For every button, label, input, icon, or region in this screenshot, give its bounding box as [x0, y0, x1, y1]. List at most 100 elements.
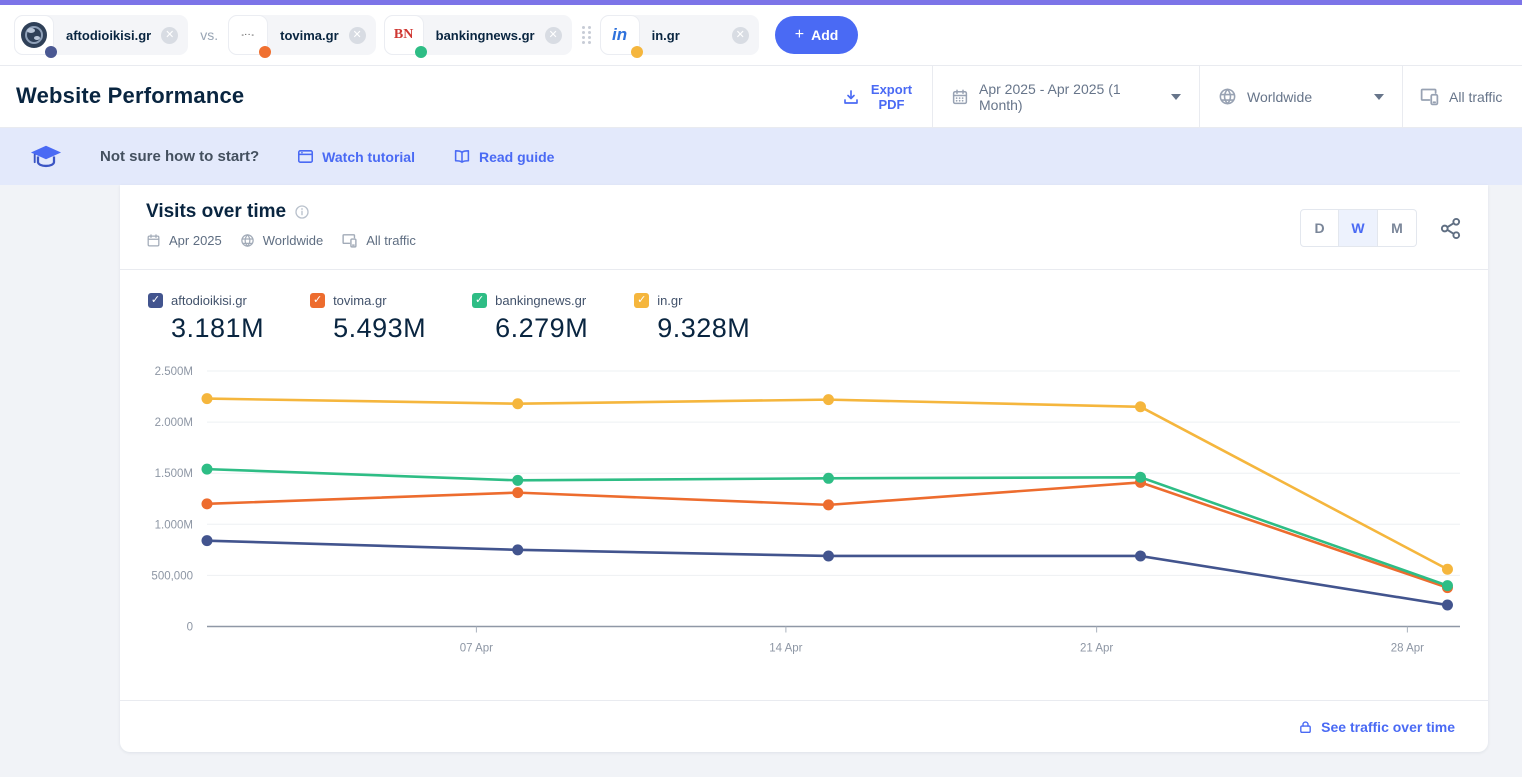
- legend-item-aftodioikisi[interactable]: ✓ aftodioikisi.gr 3.181M: [148, 293, 264, 344]
- svg-text:2.000M: 2.000M: [155, 417, 193, 429]
- traffic-channel-selector[interactable]: All traffic: [1402, 66, 1522, 127]
- in-favicon-icon: in: [612, 25, 627, 45]
- site-domain-label: bankingnews.gr: [424, 28, 545, 43]
- page-title: Website Performance: [0, 66, 825, 127]
- legend-checkbox[interactable]: ✓: [634, 293, 649, 308]
- filter-traffic-label: All traffic: [366, 233, 416, 248]
- watch-tutorial-link[interactable]: Watch tutorial: [297, 148, 415, 165]
- visits-over-time-card: Visits over time Apr 2025 Worldwide: [120, 185, 1488, 752]
- chevron-down-icon: [1171, 94, 1181, 100]
- graduation-cap-icon: [30, 144, 62, 170]
- card-header: Visits over time Apr 2025 Worldwide: [120, 185, 1488, 270]
- share-icon[interactable]: [1439, 217, 1462, 240]
- site-chip-tovima[interactable]: -··- tovima.gr ✕: [228, 15, 376, 55]
- series-color-dot: [45, 46, 57, 58]
- granularity-day-button[interactable]: D: [1300, 209, 1339, 247]
- legend-value: 3.181M: [171, 313, 264, 344]
- calendar-icon: [146, 233, 161, 248]
- plus-icon: +: [795, 26, 804, 44]
- chart-title: Visits over time: [146, 201, 286, 223]
- filter-region-label: Worldwide: [263, 233, 323, 248]
- drag-handle-icon[interactable]: [582, 26, 592, 44]
- site-domain-label: in.gr: [640, 28, 732, 43]
- remove-site-icon[interactable]: ✕: [161, 27, 178, 44]
- read-guide-label: Read guide: [479, 149, 554, 165]
- series-color-dot: [415, 46, 427, 58]
- devices-icon: [1419, 86, 1440, 107]
- legend-checkbox[interactable]: ✓: [472, 293, 487, 308]
- series-color-dot: [631, 46, 643, 58]
- banner-question: Not sure how to start?: [100, 148, 259, 165]
- see-traffic-link[interactable]: See traffic over time: [1298, 719, 1455, 735]
- export-pdf-label: Export PDF: [868, 82, 916, 112]
- remove-site-icon[interactable]: ✕: [732, 27, 749, 44]
- legend-label: in.gr: [657, 293, 682, 308]
- legend-item-bankingnews[interactable]: ✓ bankingnews.gr 6.279M: [472, 293, 588, 344]
- site-favicon: [14, 15, 54, 55]
- bn-favicon-icon: BN: [394, 27, 413, 43]
- site-favicon: BN: [384, 15, 424, 55]
- legend-item-in[interactable]: ✓ in.gr 9.328M: [634, 293, 750, 344]
- site-domain-label: aftodioikisi.gr: [54, 28, 161, 43]
- remove-site-icon[interactable]: ✕: [349, 27, 366, 44]
- svg-text:07 Apr: 07 Apr: [460, 643, 493, 655]
- svg-text:28 Apr: 28 Apr: [1391, 643, 1424, 655]
- site-chip-in[interactable]: in in.gr ✕: [600, 15, 759, 55]
- legend-checkbox[interactable]: ✓: [148, 293, 163, 308]
- granularity-month-button[interactable]: M: [1378, 209, 1417, 247]
- globe-icon: [1218, 87, 1237, 106]
- date-range-selector[interactable]: Apr 2025 - Apr 2025 (1 Month): [932, 66, 1199, 127]
- svg-text:0: 0: [187, 622, 193, 634]
- series-color-dot: [259, 46, 271, 58]
- legend-value: 5.493M: [333, 313, 426, 344]
- region-selector[interactable]: Worldwide: [1199, 66, 1402, 127]
- legend-checkbox[interactable]: ✓: [310, 293, 325, 308]
- read-guide-link[interactable]: Read guide: [453, 148, 554, 165]
- vs-label: vs.: [200, 27, 218, 43]
- legend-label: bankingnews.gr: [495, 293, 586, 308]
- page-header: Website Performance Export PDF Apr 2025 …: [0, 66, 1522, 128]
- lock-icon: [1298, 719, 1313, 735]
- granularity-toggle: D W M: [1300, 209, 1417, 247]
- add-button-label: Add: [811, 27, 838, 43]
- info-icon[interactable]: [294, 204, 310, 220]
- visits-line-chart: 2.500M2.000M1.500M1.000M500,000007 Apr14…: [207, 366, 1460, 666]
- site-chip-bankingnews[interactable]: BN bankingnews.gr ✕: [384, 15, 572, 55]
- see-traffic-label: See traffic over time: [1321, 719, 1455, 735]
- region-label: Worldwide: [1247, 89, 1312, 105]
- watch-tutorial-label: Watch tutorial: [322, 149, 415, 165]
- book-icon: [453, 148, 471, 165]
- devices-icon: [341, 232, 358, 249]
- globe-icon: [240, 233, 255, 248]
- filter-date-label: Apr 2025: [169, 233, 222, 248]
- site-domain-label: tovima.gr: [268, 28, 349, 43]
- globe-favicon-icon: [21, 22, 47, 48]
- site-favicon: -··-: [228, 15, 268, 55]
- svg-text:500,000: 500,000: [151, 570, 193, 582]
- main-content: Visits over time Apr 2025 Worldwide: [0, 185, 1522, 777]
- chart-legend: ✓ aftodioikisi.gr 3.181M ✓ tovima.gr 5.4…: [148, 293, 750, 344]
- export-pdf-button[interactable]: Export PDF: [825, 66, 932, 127]
- date-range-label: Apr 2025 - Apr 2025 (1 Month): [979, 81, 1161, 113]
- svg-text:2.500M: 2.500M: [155, 366, 193, 378]
- compare-chip-bar: aftodioikisi.gr ✕ vs. -··- tovima.gr ✕ B…: [0, 5, 1522, 66]
- remove-site-icon[interactable]: ✕: [545, 27, 562, 44]
- svg-text:1.000M: 1.000M: [155, 519, 193, 531]
- granularity-week-button[interactable]: W: [1339, 209, 1378, 247]
- video-tutorial-icon: [297, 148, 314, 165]
- svg-text:14 Apr: 14 Apr: [769, 643, 802, 655]
- legend-item-tovima[interactable]: ✓ tovima.gr 5.493M: [310, 293, 426, 344]
- calendar-icon: [951, 88, 969, 106]
- legend-value: 6.279M: [495, 313, 588, 344]
- download-icon: [842, 88, 860, 106]
- chart-filters: Apr 2025 Worldwide All traffic: [146, 232, 416, 249]
- site-favicon: in: [600, 15, 640, 55]
- tovima-favicon-icon: -··-: [241, 32, 254, 39]
- card-footer: See traffic over time: [120, 700, 1488, 752]
- site-chip-aftodioikisi[interactable]: aftodioikisi.gr ✕: [14, 15, 188, 55]
- svg-text:1.500M: 1.500M: [155, 468, 193, 480]
- legend-label: aftodioikisi.gr: [171, 293, 247, 308]
- add-site-button[interactable]: + Add: [775, 16, 859, 54]
- legend-value: 9.328M: [657, 313, 750, 344]
- svg-text:21 Apr: 21 Apr: [1080, 643, 1113, 655]
